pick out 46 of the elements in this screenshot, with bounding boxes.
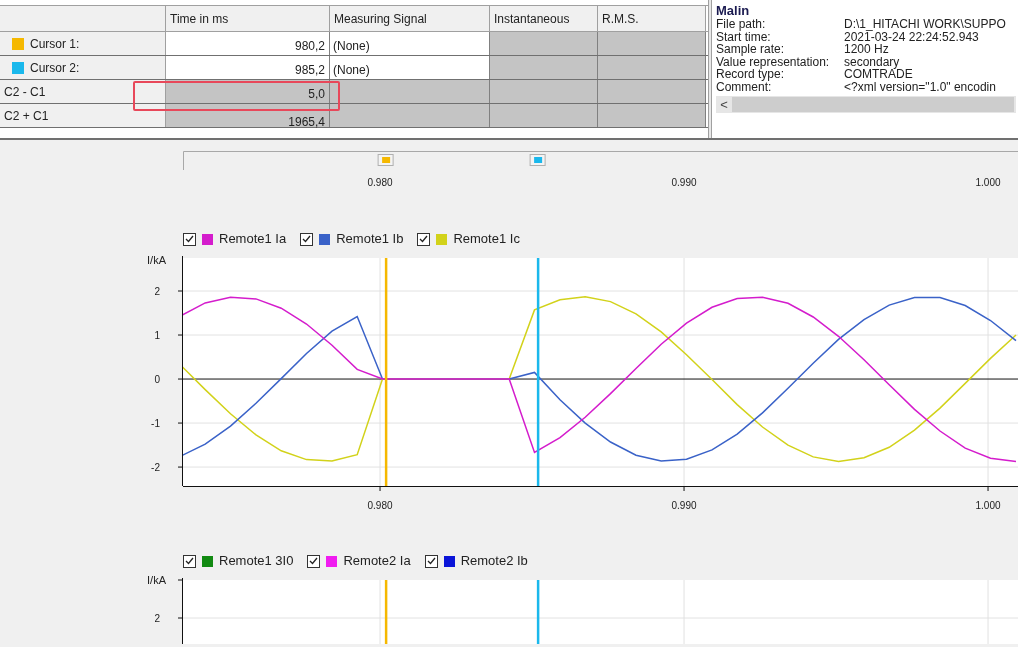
info-label: Sample rate: xyxy=(716,43,786,56)
info-value: 1200 Hz xyxy=(844,43,890,56)
column-header: Instantaneous xyxy=(490,6,598,31)
legend-label: Remote1 3I0 xyxy=(219,552,294,571)
tick-label: 0.980 xyxy=(367,500,393,511)
legend-label: Remote2 Ib xyxy=(460,552,528,571)
info-value: secondary xyxy=(844,55,900,68)
row-label: C2 - C1 xyxy=(4,83,46,101)
table-cell: (None) xyxy=(330,32,490,55)
axis-label: I/kA xyxy=(147,254,166,266)
table-cell: 5,0 xyxy=(166,80,330,103)
table-cell: (None) xyxy=(330,56,490,79)
table-cell: 1965,4 xyxy=(166,104,330,127)
column-header: Time in ms xyxy=(166,6,330,31)
row-label: Cursor 1: xyxy=(30,35,80,53)
legend-label: Remote1 Ic xyxy=(453,230,520,249)
legend-label: Remote1 Ib xyxy=(336,230,404,249)
tick-label: 0 xyxy=(154,374,160,386)
scroll-left-button[interactable]: < xyxy=(716,96,732,113)
info-value: 2021-03-24 22:24:52.943 xyxy=(844,30,980,43)
info-label: Record type: xyxy=(716,68,785,81)
info-value: COMTRADE xyxy=(844,68,914,81)
legend-label: Remote2 Ia xyxy=(343,552,411,571)
tick-label: 1 xyxy=(154,330,160,342)
tick-label: 0.980 xyxy=(367,177,393,188)
info-label: File path: xyxy=(716,18,767,31)
tick-label: -2 xyxy=(151,462,160,474)
row-label: Cursor 2: xyxy=(30,59,80,77)
axis-label: I/kA xyxy=(147,574,166,586)
tick-label: 0.990 xyxy=(671,177,697,188)
info-value: D:\1_HITACHI WORK\SUPPO xyxy=(844,18,1007,31)
info-label: Comment: xyxy=(716,80,772,93)
column-header: R.M.S. xyxy=(598,6,706,31)
info-value: <?xml version="1.0" encodin xyxy=(844,80,997,93)
tick-label: 1.000 xyxy=(975,177,1001,188)
info-title: Malin xyxy=(716,5,751,18)
row-label: C2 + C1 xyxy=(4,107,49,125)
tick-label: -1 xyxy=(151,418,160,430)
tick-label: 2 xyxy=(154,613,160,624)
tick-label: 2 xyxy=(154,286,160,297)
info-label: Value representation: xyxy=(716,55,831,68)
legend-label: Remote1 Ia xyxy=(219,230,287,249)
tick-label: 0.990 xyxy=(671,500,697,511)
column-header: Measuring Signal xyxy=(330,6,490,31)
tick-label: 1.000 xyxy=(975,500,1001,511)
info-label: Start time: xyxy=(716,30,772,43)
